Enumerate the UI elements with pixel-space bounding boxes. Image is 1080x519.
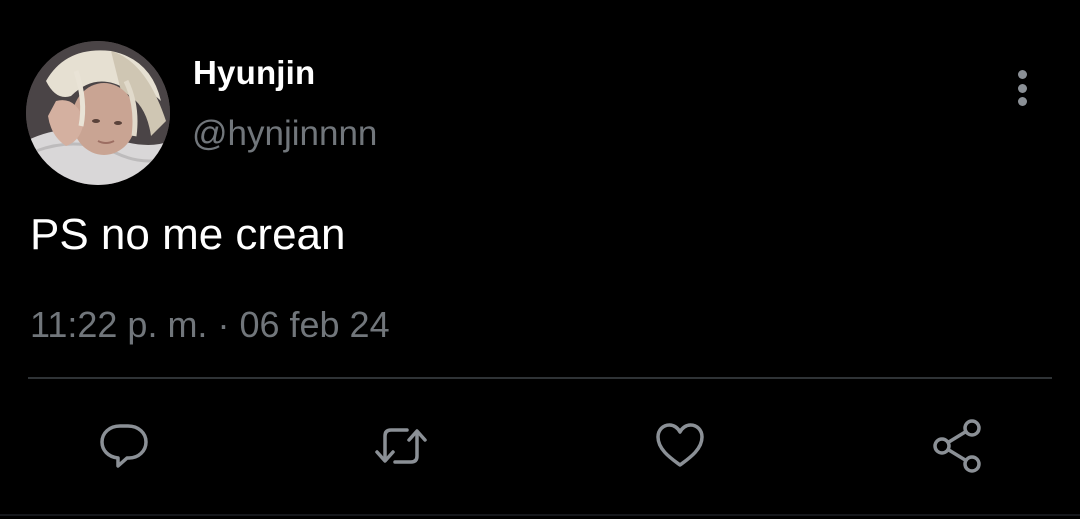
meta-separator: · — [217, 304, 230, 345]
reply-icon — [100, 424, 148, 468]
retweet-icon — [375, 428, 427, 464]
retweet-button[interactable] — [373, 418, 429, 474]
like-button[interactable] — [652, 418, 708, 474]
reply-button[interactable] — [96, 418, 152, 474]
share-icon — [933, 419, 981, 473]
author-display-name[interactable]: Hyunjin — [193, 54, 315, 92]
avatar[interactable] — [26, 41, 170, 185]
tweet-time: 11:22 p. m. — [30, 304, 208, 345]
divider — [28, 377, 1052, 379]
more-vertical-icon — [1017, 70, 1027, 79]
tweet-timestamp[interactable]: 11:22 p. m. · 06 feb 24 — [30, 304, 390, 346]
more-options-button[interactable] — [1004, 68, 1040, 108]
share-button[interactable] — [930, 418, 986, 474]
author-handle[interactable]: @hynjinnnn — [192, 114, 377, 154]
tweet-detail: Hyunjin @hynjinnnn PS no me crean 11:22 … — [0, 0, 1080, 519]
bottom-divider — [0, 514, 1080, 516]
tweet-date: 06 feb 24 — [239, 304, 390, 345]
heart-icon — [656, 423, 704, 467]
tweet-text: PS no me crean — [30, 210, 346, 259]
avatar-image — [26, 41, 170, 185]
